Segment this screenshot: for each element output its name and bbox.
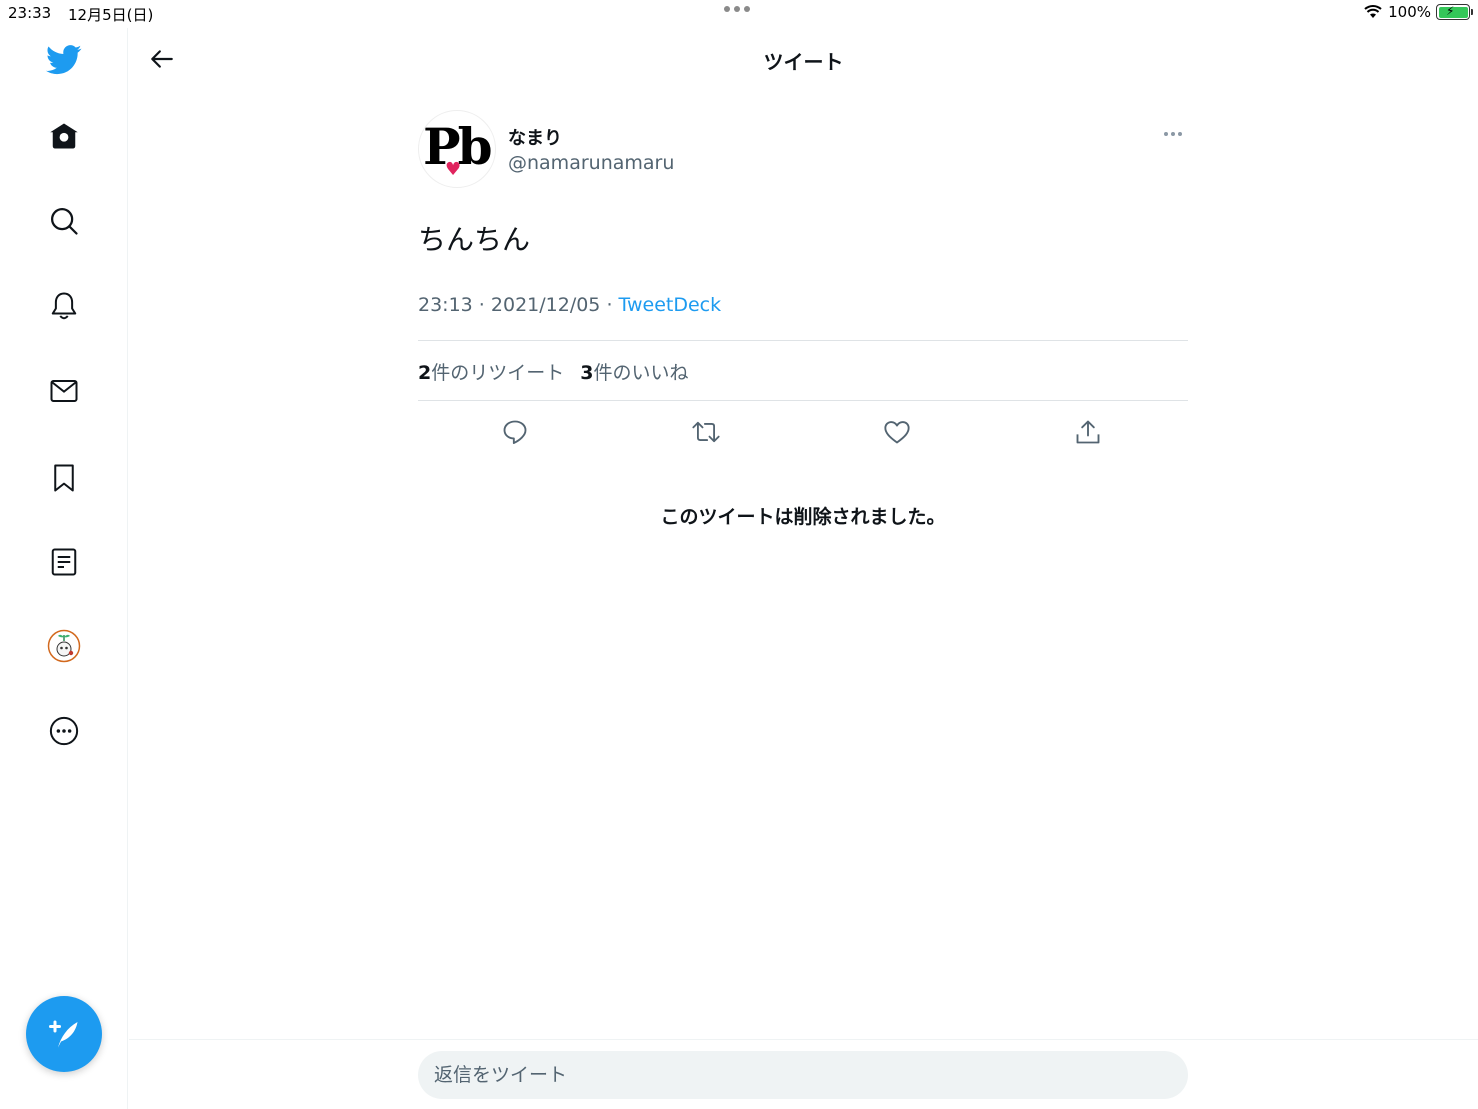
profile-avatar-icon[interactable] — [40, 622, 88, 670]
sidebar — [0, 28, 128, 1109]
heart-icon: ♥ — [445, 159, 462, 180]
multitasking-dots[interactable] — [724, 6, 750, 12]
search-icon[interactable] — [40, 197, 88, 245]
compose-quill-icon — [49, 1020, 78, 1048]
more-circle-icon[interactable] — [40, 707, 88, 755]
wifi-icon — [1364, 5, 1382, 18]
like-button[interactable] — [879, 414, 915, 450]
bookmark-icon[interactable] — [40, 454, 88, 502]
tweet-date[interactable]: 2021/12/05 — [491, 294, 601, 316]
user-handle[interactable]: @namarunamaru — [508, 152, 674, 174]
reply-bar: 返信をツイート — [129, 1039, 1478, 1109]
reply-input[interactable]: 返信をツイート — [418, 1051, 1188, 1099]
status-right: 100% ⚡ — [1363, 3, 1473, 21]
meta-separator: · — [600, 294, 619, 316]
divider — [418, 340, 1188, 341]
tweet-text: ちんちん — [418, 223, 531, 256]
retweet-stat[interactable]: 2件のリツイート — [418, 362, 564, 384]
reply-button[interactable] — [497, 414, 533, 450]
like-label: 件のいいね — [593, 362, 689, 384]
tweet-source-link[interactable]: TweetDeck — [619, 294, 722, 316]
tweet-more-button[interactable] — [1164, 126, 1188, 142]
battery-percent: 100% — [1388, 3, 1431, 21]
like-icon — [884, 421, 910, 444]
retweet-label: 件のリツイート — [431, 362, 565, 384]
share-icon — [1076, 420, 1100, 444]
display-name[interactable]: なまり — [508, 124, 562, 150]
meta-separator: · — [472, 294, 491, 316]
share-button[interactable] — [1070, 414, 1106, 450]
like-stat[interactable]: 3件のいいね — [580, 362, 688, 384]
status-bar: 23:33 12月5日(日) 100% ⚡ — [0, 0, 1478, 28]
reply-icon — [503, 420, 527, 445]
retweet-count: 2 — [418, 362, 432, 384]
mail-icon[interactable] — [40, 367, 88, 415]
home-icon[interactable] — [40, 112, 88, 160]
tweet-actions — [418, 414, 1188, 450]
tweet-time[interactable]: 23:13 — [418, 294, 473, 316]
status-time: 23:33 — [8, 4, 52, 22]
battery-icon: ⚡ — [1436, 4, 1473, 20]
list-icon[interactable] — [40, 538, 88, 586]
status-date: 12月5日(日) — [68, 6, 154, 24]
divider — [418, 400, 1188, 401]
like-count: 3 — [580, 362, 594, 384]
page-title: ツイート — [763, 50, 844, 74]
retweet-icon — [692, 421, 720, 443]
twitter-logo-icon[interactable] — [40, 36, 88, 84]
avatar[interactable]: Pb ♥ — [418, 110, 496, 188]
header: ツイート — [129, 28, 1478, 90]
compose-tweet-button[interactable] — [26, 996, 102, 1072]
retweet-button[interactable] — [688, 414, 724, 450]
tweet-meta: 23:13 · 2021/12/05 · TweetDeck — [418, 294, 721, 316]
tweet-stats: 2件のリツイート 3件のいいね — [418, 358, 689, 385]
bell-icon[interactable] — [40, 282, 88, 330]
deleted-notice: このツイートは削除されました。 — [660, 506, 946, 528]
